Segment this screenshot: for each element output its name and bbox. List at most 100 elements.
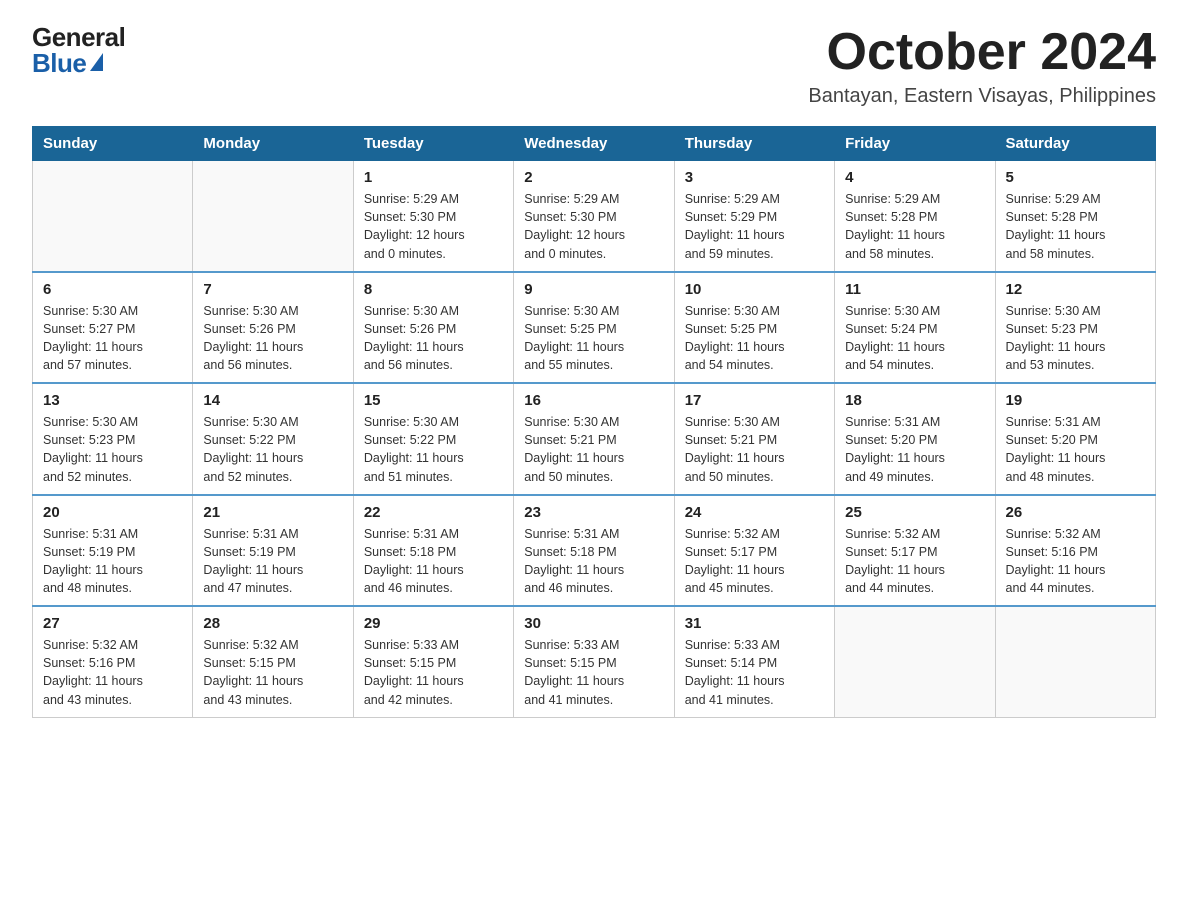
calendar-week-row: 20 Sunrise: 5:31 AM Sunset: 5:19 PM Dayli… xyxy=(33,495,1156,607)
weekday-header-friday: Friday xyxy=(835,127,995,161)
calendar-cell: 31 Sunrise: 5:33 AM Sunset: 5:14 PM Dayli… xyxy=(674,606,834,717)
day-number: 31 xyxy=(685,615,824,632)
day-info: Sunrise: 5:30 AM Sunset: 5:22 PM Dayligh… xyxy=(203,413,342,486)
weekday-header-thursday: Thursday xyxy=(674,127,834,161)
calendar-cell: 5Sunrise: 5:29 AM Sunset: 5:28 PM Daylig… xyxy=(995,161,1155,272)
calendar-cell: 9 Sunrise: 5:30 AM Sunset: 5:25 PM Daylig… xyxy=(514,272,674,384)
day-info: Sunrise: 5:33 AM Sunset: 5:15 PM Dayligh… xyxy=(364,636,503,709)
day-info: Sunrise: 5:29 AM Sunset: 5:28 PM Dayligh… xyxy=(845,190,984,263)
day-number: 26 xyxy=(1006,504,1145,521)
weekday-header-monday: Monday xyxy=(193,127,353,161)
calendar-cell: 4 Sunrise: 5:29 AM Sunset: 5:28 PM Daylig… xyxy=(835,161,995,272)
day-number: 9 xyxy=(524,281,663,298)
day-number: 11 xyxy=(845,281,984,298)
day-info: Sunrise: 5:30 AM Sunset: 5:25 PM Dayligh… xyxy=(524,302,663,375)
logo-general-text: General xyxy=(32,24,125,50)
day-number: 24 xyxy=(685,504,824,521)
day-number: 4 xyxy=(845,169,984,186)
calendar-table: SundayMondayTuesdayWednesdayThursdayFrid… xyxy=(32,126,1156,718)
calendar-cell: 27 Sunrise: 5:32 AM Sunset: 5:16 PM Dayli… xyxy=(33,606,193,717)
calendar-cell xyxy=(835,606,995,717)
day-number: 13 xyxy=(43,392,182,409)
day-number: 25 xyxy=(845,504,984,521)
calendar-cell: 8 Sunrise: 5:30 AM Sunset: 5:26 PM Daylig… xyxy=(353,272,513,384)
day-number: 8 xyxy=(364,281,503,298)
logo: General Blue xyxy=(32,24,125,76)
title-block: October 2024 Bantayan, Eastern Visayas, … xyxy=(808,24,1156,108)
day-info: Sunrise: 5:30 AM Sunset: 5:21 PM Dayligh… xyxy=(685,413,824,486)
day-info: Sunrise: 5:29 AM Sunset: 5:29 PM Dayligh… xyxy=(685,190,824,263)
day-number: 12 xyxy=(1006,281,1145,298)
calendar-cell xyxy=(33,161,193,272)
weekday-header-tuesday: Tuesday xyxy=(353,127,513,161)
day-info: Sunrise: 5:30 AM Sunset: 5:27 PM Dayligh… xyxy=(43,302,182,375)
calendar-cell: 14 Sunrise: 5:30 AM Sunset: 5:22 PM Dayli… xyxy=(193,383,353,495)
day-number: 16 xyxy=(524,392,663,409)
weekday-header-row: SundayMondayTuesdayWednesdayThursdayFrid… xyxy=(33,127,1156,161)
day-number: 21 xyxy=(203,504,342,521)
day-number: 6 xyxy=(43,281,182,298)
day-info: Sunrise: 5:30 AM Sunset: 5:23 PM Dayligh… xyxy=(1006,302,1145,375)
calendar-cell: 19 Sunrise: 5:31 AM Sunset: 5:20 PM Dayli… xyxy=(995,383,1155,495)
logo-blue-text: Blue xyxy=(32,50,103,76)
day-info: Sunrise: 5:32 AM Sunset: 5:16 PM Dayligh… xyxy=(43,636,182,709)
calendar-cell: 20 Sunrise: 5:31 AM Sunset: 5:19 PM Dayli… xyxy=(33,495,193,607)
day-info: Sunrise: 5:32 AM Sunset: 5:15 PM Dayligh… xyxy=(203,636,342,709)
day-info: Sunrise: 5:30 AM Sunset: 5:21 PM Dayligh… xyxy=(524,413,663,486)
day-number: 14 xyxy=(203,392,342,409)
weekday-header-wednesday: Wednesday xyxy=(514,127,674,161)
calendar-cell: 13 Sunrise: 5:30 AM Sunset: 5:23 PM Dayli… xyxy=(33,383,193,495)
day-info: Sunrise: 5:29 AM Sunset: 5:30 PM Dayligh… xyxy=(364,190,503,263)
day-number: 29 xyxy=(364,615,503,632)
calendar-cell: 17Sunrise: 5:30 AM Sunset: 5:21 PM Dayli… xyxy=(674,383,834,495)
day-number: 28 xyxy=(203,615,342,632)
calendar-cell: 3 Sunrise: 5:29 AM Sunset: 5:29 PM Daylig… xyxy=(674,161,834,272)
weekday-header-saturday: Saturday xyxy=(995,127,1155,161)
day-info: Sunrise: 5:31 AM Sunset: 5:20 PM Dayligh… xyxy=(845,413,984,486)
day-number: 30 xyxy=(524,615,663,632)
calendar-cell: 23Sunrise: 5:31 AM Sunset: 5:18 PM Dayli… xyxy=(514,495,674,607)
day-info: Sunrise: 5:31 AM Sunset: 5:19 PM Dayligh… xyxy=(43,525,182,598)
day-info: Sunrise: 5:29 AM Sunset: 5:28 PM Dayligh… xyxy=(1006,190,1145,263)
calendar-cell xyxy=(193,161,353,272)
day-info: Sunrise: 5:33 AM Sunset: 5:14 PM Dayligh… xyxy=(685,636,824,709)
day-info: Sunrise: 5:30 AM Sunset: 5:23 PM Dayligh… xyxy=(43,413,182,486)
day-info: Sunrise: 5:32 AM Sunset: 5:17 PM Dayligh… xyxy=(685,525,824,598)
day-number: 15 xyxy=(364,392,503,409)
calendar-cell: 12 Sunrise: 5:30 AM Sunset: 5:23 PM Dayli… xyxy=(995,272,1155,384)
day-number: 20 xyxy=(43,504,182,521)
calendar-cell: 21 Sunrise: 5:31 AM Sunset: 5:19 PM Dayli… xyxy=(193,495,353,607)
calendar-week-row: 6 Sunrise: 5:30 AM Sunset: 5:27 PM Daylig… xyxy=(33,272,1156,384)
day-number: 2 xyxy=(524,169,663,186)
calendar-cell: 18 Sunrise: 5:31 AM Sunset: 5:20 PM Dayli… xyxy=(835,383,995,495)
calendar-cell: 22Sunrise: 5:31 AM Sunset: 5:18 PM Dayli… xyxy=(353,495,513,607)
day-number: 7 xyxy=(203,281,342,298)
weekday-header-sunday: Sunday xyxy=(33,127,193,161)
day-info: Sunrise: 5:33 AM Sunset: 5:15 PM Dayligh… xyxy=(524,636,663,709)
calendar-cell: 30 Sunrise: 5:33 AM Sunset: 5:15 PM Dayli… xyxy=(514,606,674,717)
day-number: 19 xyxy=(1006,392,1145,409)
day-info: Sunrise: 5:30 AM Sunset: 5:25 PM Dayligh… xyxy=(685,302,824,375)
day-info: Sunrise: 5:30 AM Sunset: 5:26 PM Dayligh… xyxy=(364,302,503,375)
calendar-cell: 10Sunrise: 5:30 AM Sunset: 5:25 PM Dayli… xyxy=(674,272,834,384)
calendar-cell: 1Sunrise: 5:29 AM Sunset: 5:30 PM Daylig… xyxy=(353,161,513,272)
day-info: Sunrise: 5:31 AM Sunset: 5:20 PM Dayligh… xyxy=(1006,413,1145,486)
day-number: 18 xyxy=(845,392,984,409)
calendar-cell: 28 Sunrise: 5:32 AM Sunset: 5:15 PM Dayli… xyxy=(193,606,353,717)
day-info: Sunrise: 5:30 AM Sunset: 5:24 PM Dayligh… xyxy=(845,302,984,375)
calendar-cell: 25 Sunrise: 5:32 AM Sunset: 5:17 PM Dayli… xyxy=(835,495,995,607)
day-info: Sunrise: 5:31 AM Sunset: 5:19 PM Dayligh… xyxy=(203,525,342,598)
logo-triangle-icon xyxy=(90,53,103,71)
calendar-week-row: 1Sunrise: 5:29 AM Sunset: 5:30 PM Daylig… xyxy=(33,161,1156,272)
day-number: 23 xyxy=(524,504,663,521)
day-number: 27 xyxy=(43,615,182,632)
calendar-cell: 11 Sunrise: 5:30 AM Sunset: 5:24 PM Dayli… xyxy=(835,272,995,384)
location-title: Bantayan, Eastern Visayas, Philippines xyxy=(808,85,1156,108)
calendar-cell: 15Sunrise: 5:30 AM Sunset: 5:22 PM Dayli… xyxy=(353,383,513,495)
calendar-cell: 26Sunrise: 5:32 AM Sunset: 5:16 PM Dayli… xyxy=(995,495,1155,607)
day-number: 22 xyxy=(364,504,503,521)
calendar-cell: 16 Sunrise: 5:30 AM Sunset: 5:21 PM Dayli… xyxy=(514,383,674,495)
day-number: 3 xyxy=(685,169,824,186)
day-info: Sunrise: 5:32 AM Sunset: 5:17 PM Dayligh… xyxy=(845,525,984,598)
calendar-week-row: 27 Sunrise: 5:32 AM Sunset: 5:16 PM Dayli… xyxy=(33,606,1156,717)
